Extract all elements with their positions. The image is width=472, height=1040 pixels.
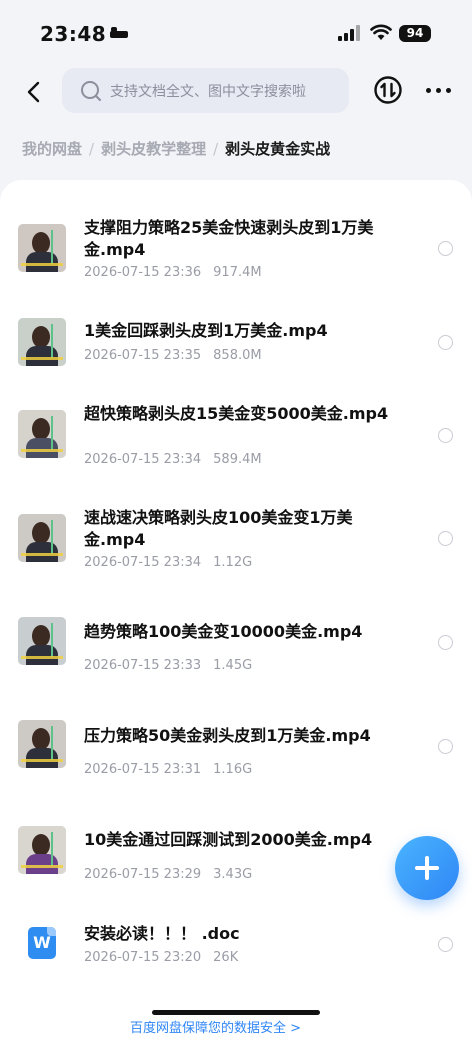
back-arrow-icon[interactable]	[22, 79, 48, 105]
file-date: 2026-07-15 23:36	[84, 265, 202, 280]
search-placeholder: 支持文档全文、图中文字搜索啦	[110, 84, 306, 100]
file-meta: 2026-07-15 23:31 1.16G	[84, 762, 252, 777]
file-size: 917.4M	[213, 265, 262, 280]
file-date: 2026-07-15 23:34	[84, 555, 202, 570]
file-meta: 2026-07-15 23:34 589.4M	[84, 452, 262, 467]
wifi-icon	[370, 24, 392, 40]
file-name: 超快策略剥头皮15美金变5000美金.mp4	[84, 404, 389, 423]
search-icon	[81, 81, 101, 101]
transfer-sort-icon[interactable]	[373, 75, 403, 105]
file-name: 支撑阻力策略25美金快速剥头皮到1万美金.mp4	[84, 218, 374, 259]
add-button[interactable]	[395, 836, 459, 900]
file-date: 2026-07-15 23:31	[84, 762, 202, 777]
status-time: 23:48	[40, 22, 107, 46]
select-radio[interactable]	[438, 428, 453, 443]
file-size: 3.43G	[213, 867, 253, 882]
file-size: 1.12G	[213, 555, 253, 570]
cellular-signal-icon	[338, 25, 360, 41]
video-thumbnail	[18, 514, 66, 562]
file-name: 1美金回踩剥头皮到1万美金.mp4	[84, 321, 328, 340]
file-date: 2026-07-15 23:20	[84, 950, 202, 965]
file-meta: 2026-07-15 23:35 858.0M	[84, 348, 262, 363]
select-radio[interactable]	[438, 739, 453, 754]
breadcrumb: 我的网盘 / 剥头皮教学整理 / 剥头皮黄金实战	[22, 138, 330, 159]
file-meta: 2026-07-15 23:20 26K	[84, 950, 238, 965]
breadcrumb-item-current: 剥头皮黄金实战	[225, 140, 331, 158]
breadcrumb-separator: /	[213, 140, 219, 158]
search-input[interactable]: 支持文档全文、图中文字搜索啦	[62, 68, 349, 113]
file-date: 2026-07-15 23:33	[84, 658, 202, 673]
more-options-icon[interactable]	[424, 88, 454, 96]
file-name: 10美金通过回踩测试到2000美金.mp4	[84, 830, 373, 849]
file-size: 26K	[213, 950, 239, 965]
file-meta: 2026-07-15 23:36 917.4M	[84, 265, 262, 280]
select-radio[interactable]	[438, 335, 453, 350]
select-radio[interactable]	[438, 241, 453, 256]
select-radio[interactable]	[438, 937, 453, 952]
video-thumbnail	[18, 224, 66, 272]
breadcrumb-item-root[interactable]: 我的网盘	[22, 140, 82, 158]
file-name: 速战速决策略剥头皮100美金变1万美金.mp4	[84, 508, 353, 549]
breadcrumb-separator: /	[89, 140, 95, 158]
file-size: 1.45G	[213, 658, 253, 673]
video-thumbnail	[18, 318, 66, 366]
home-indicator	[152, 1010, 320, 1015]
video-thumbnail	[18, 720, 66, 768]
video-thumbnail	[18, 410, 66, 458]
file-date: 2026-07-15 23:34	[84, 452, 202, 467]
sleep-mode-icon	[110, 27, 128, 39]
file-name: 压力策略50美金剥头皮到1万美金.mp4	[84, 726, 371, 745]
battery-icon: 94	[399, 25, 431, 42]
file-meta: 2026-07-15 23:34 1.12G	[84, 555, 252, 570]
word-doc-icon: W	[28, 927, 56, 959]
file-size: 589.4M	[213, 452, 262, 467]
status-bar: 23:48 94	[0, 0, 472, 68]
video-thumbnail	[18, 617, 66, 665]
file-meta: 2026-07-15 23:33 1.45G	[84, 658, 252, 673]
file-size: 858.0M	[213, 348, 262, 363]
file-date: 2026-07-15 23:35	[84, 348, 202, 363]
top-bar: 支持文档全文、图中文字搜索啦	[0, 68, 472, 118]
video-thumbnail	[18, 826, 66, 874]
select-radio[interactable]	[438, 531, 453, 546]
file-size: 1.16G	[213, 762, 253, 777]
file-meta: 2026-07-15 23:29 3.43G	[84, 867, 252, 882]
file-name: 安装必读！！！ .doc	[84, 924, 240, 943]
breadcrumb-item-folder[interactable]: 剥头皮教学整理	[101, 140, 206, 158]
security-notice-link[interactable]: 百度网盘保障您的数据安全 >	[130, 1017, 301, 1036]
file-name: 趋势策略100美金变10000美金.mp4	[84, 622, 363, 641]
select-radio[interactable]	[438, 635, 453, 650]
file-list: 支撑阻力策略25美金快速剥头皮到1万美金.mp4 2026-07-15 23:3…	[0, 180, 472, 1040]
file-date: 2026-07-15 23:29	[84, 867, 202, 882]
